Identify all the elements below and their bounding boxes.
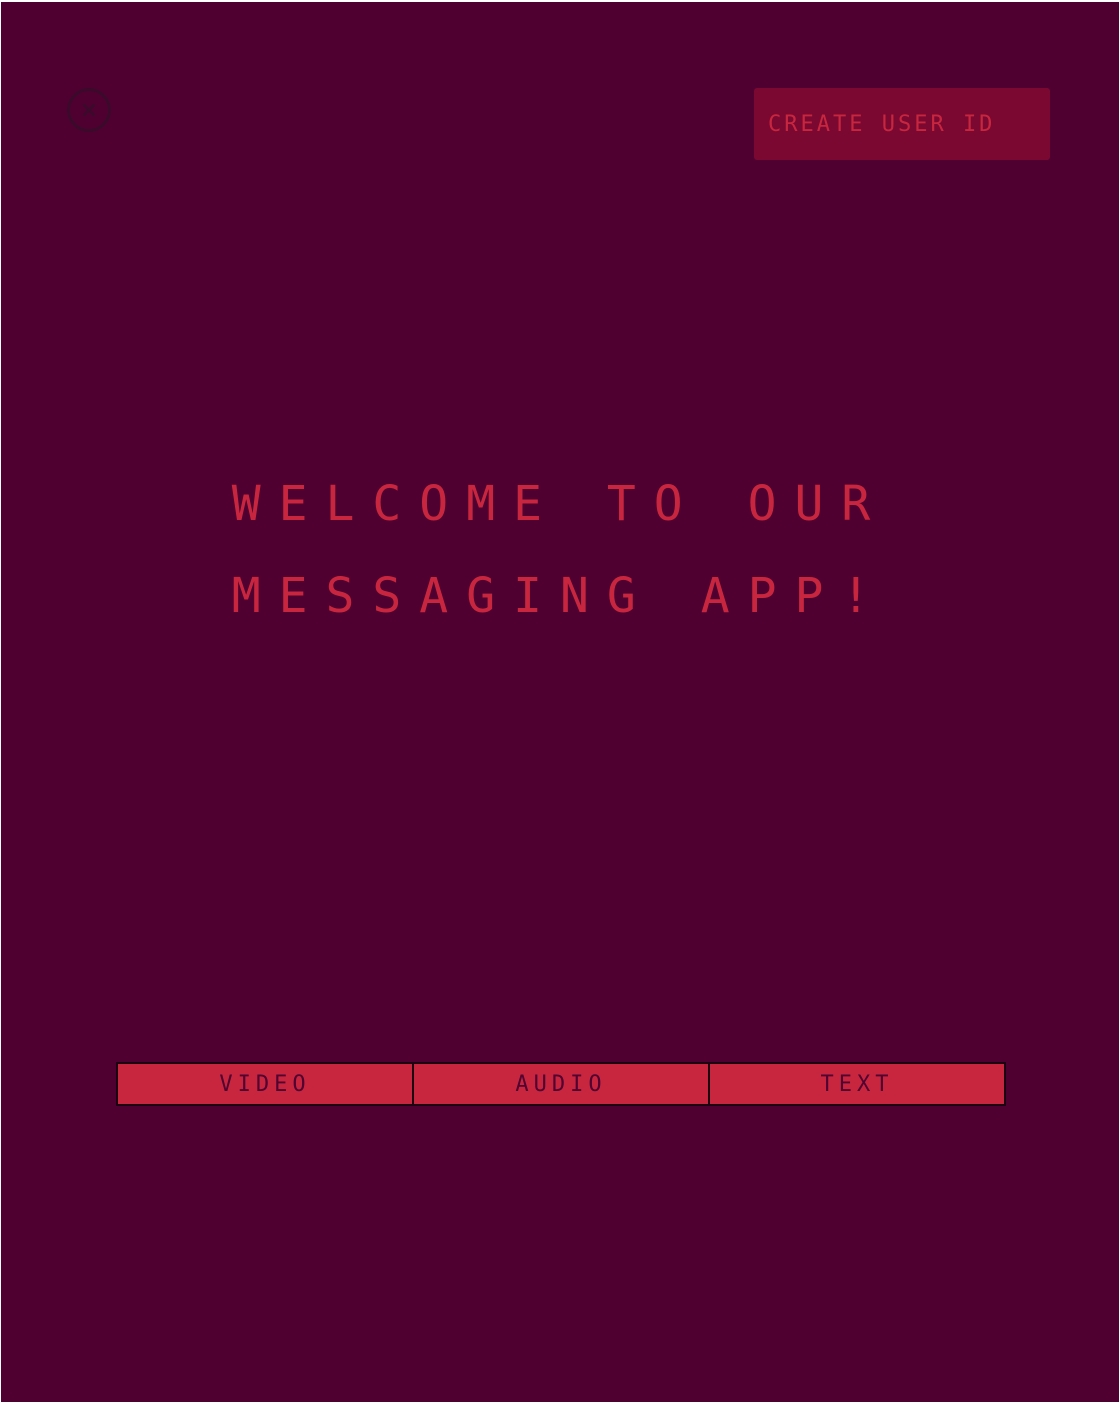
welcome-heading: WELCOME TO OUR MESSAGING APP! [1, 458, 1119, 642]
tab-text[interactable]: TEXT [708, 1064, 1004, 1104]
welcome-line-2: MESSAGING APP! [231, 568, 889, 624]
tab-audio[interactable]: AUDIO [412, 1064, 708, 1104]
tab-video[interactable]: VIDEO [118, 1064, 412, 1104]
create-user-id-button[interactable]: CREATE USER ID [754, 88, 1050, 160]
close-icon [82, 103, 96, 117]
welcome-line-1: WELCOME TO OUR [231, 476, 889, 532]
app-screen: CREATE USER ID WELCOME TO OUR MESSAGING … [1, 2, 1119, 1402]
close-button[interactable] [67, 88, 111, 132]
mode-tabs: VIDEO AUDIO TEXT [116, 1062, 1006, 1106]
